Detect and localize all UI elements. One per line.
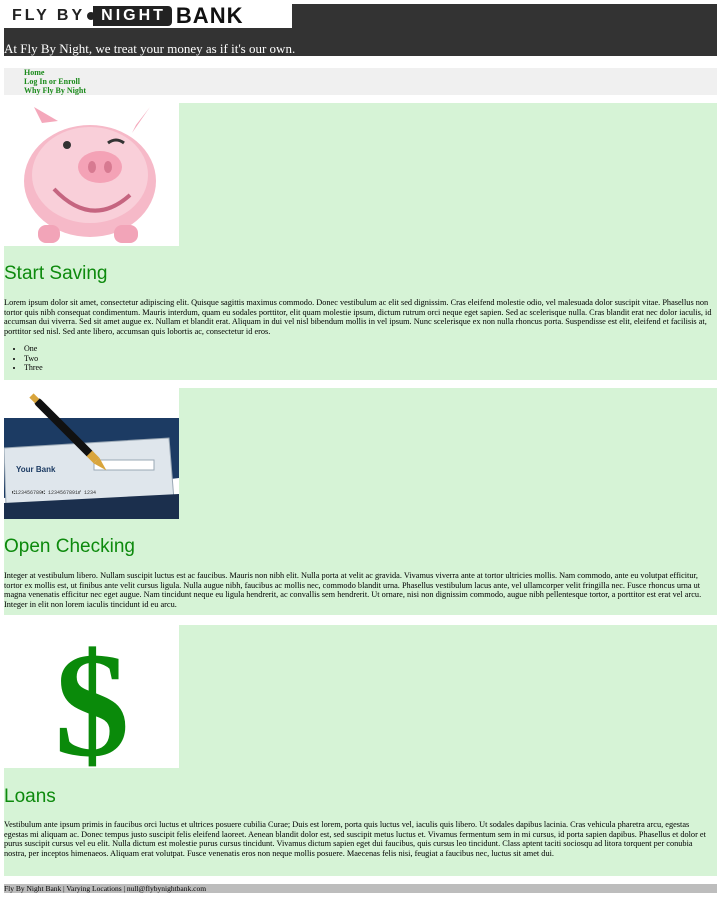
section-title-loans: Loans: [4, 786, 56, 807]
section-body-loans: Vestibulum ante ipsum primis in faucibus…: [4, 820, 706, 858]
section-body-open-checking: Integer at vestibulum libero. Nullam sus…: [4, 571, 702, 609]
svg-text:$: $: [55, 625, 130, 768]
logo-text-bank: BANK: [175, 3, 244, 28]
section-loans: $ Loans Vestibulum ante ipsum primis in …: [4, 625, 717, 876]
site-footer: Fly By Night Bank | Varying Locations | …: [4, 884, 717, 893]
section-title-start-saving: Start Saving: [4, 263, 108, 284]
section-body-start-saving: Lorem ipsum dolor sit amet, consectetur …: [4, 298, 712, 336]
saving-list: One Two Three: [4, 344, 717, 372]
nav-link-why[interactable]: Why Fly By Night: [24, 86, 717, 95]
svg-text:Your Bank: Your Bank: [16, 465, 56, 474]
page: FLY BY NIGHT BANK At Fly By Night, we tr…: [4, 3, 717, 876]
nav-link-home[interactable]: Home: [24, 68, 717, 77]
site-tagline: At Fly By Night, we treat your money as …: [4, 41, 296, 56]
section-open-checking: Your Bank ⑆123456789⑆ 1234567891⑈ 1234 O…: [4, 388, 717, 615]
section-start-saving: Start Saving Lorem ipsum dolor sit amet,…: [4, 103, 717, 380]
list-item: Two: [24, 354, 717, 363]
site-header: FLY BY NIGHT BANK At Fly By Night, we tr…: [4, 3, 717, 56]
logo-text-night: NIGHT: [93, 6, 172, 26]
site-logo[interactable]: FLY BY NIGHT BANK: [4, 3, 292, 28]
svg-text:⑆123456789⑆ 1234567891⑈ 1234: ⑆123456789⑆ 1234567891⑈ 1234: [12, 490, 96, 496]
logo-text-fly-by: FLY BY: [4, 4, 86, 28]
section-title-open-checking: Open Checking: [4, 536, 135, 557]
check-and-pen-image: Your Bank ⑆123456789⑆ 1234567891⑈ 1234: [4, 388, 179, 519]
piggy-bank-image: [4, 103, 179, 246]
dollar-sign-image: $: [4, 625, 179, 768]
nav-link-login[interactable]: Log In or Enroll: [24, 77, 717, 86]
list-item: One: [24, 344, 717, 353]
list-item: Three: [24, 363, 717, 372]
main-nav: Home Log In or Enroll Why Fly By Night: [4, 68, 717, 95]
